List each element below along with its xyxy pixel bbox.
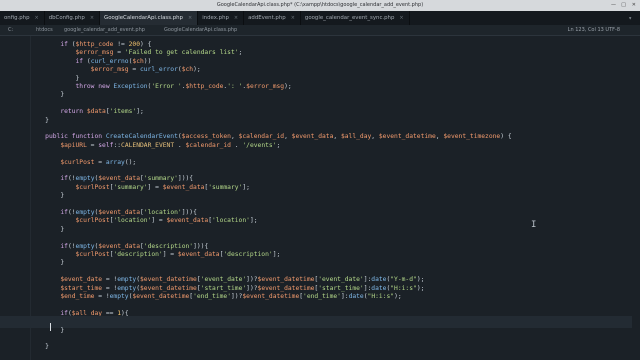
text-caret [50, 323, 51, 331]
code-line[interactable]: } [0, 341, 640, 353]
close-tab-icon[interactable]: × [90, 15, 94, 21]
tab-index[interactable]: index.php × [198, 11, 245, 25]
tab-overflow-icon[interactable]: ▾ [620, 11, 640, 25]
tab-label: index.php [202, 15, 229, 21]
close-tab-icon[interactable]: × [399, 15, 403, 21]
tab-event-sync[interactable]: google_calendar_event_sync.php × [301, 11, 410, 25]
tab-googlecalendarapi[interactable]: GoogleCalendarApi.class.php × [100, 11, 199, 25]
breadcrumb-item[interactable]: GoogleCalendarApi.class.php [164, 25, 237, 35]
maximize-icon[interactable]: □ [621, 0, 626, 11]
tab-label: google_calendar_event_sync.php [304, 15, 395, 21]
tab-label: dbConfig.php [48, 15, 85, 21]
status-info: Ln 123, Col 13 UTF-8 [567, 27, 620, 33]
breadcrumb: C: htdocs google_calendar_add_event.php … [0, 25, 640, 36]
tab-label: onfig.php [4, 15, 30, 21]
tab-dbconfig[interactable]: dbConfig.php × [45, 11, 101, 25]
close-tab-icon[interactable]: × [291, 15, 295, 21]
code-token: } [45, 343, 49, 351]
close-tab-icon[interactable]: × [188, 15, 192, 21]
tab-addevent[interactable]: addEvent.php × [244, 11, 301, 25]
tab-label: GoogleCalendarApi.class.php [104, 15, 183, 21]
close-window-icon[interactable]: ✕ [632, 0, 636, 11]
close-tab-icon[interactable]: × [234, 15, 238, 21]
mouse-cursor-icon: I [531, 220, 537, 230]
breadcrumb-item[interactable]: google_calendar_add_event.php [64, 25, 145, 35]
window-title: GoogleCalendarApi.class.php* (C:\xampp\h… [216, 2, 424, 8]
scrollbar[interactable] [632, 36, 640, 360]
title-bar: GoogleCalendarApi.class.php* (C:\xampp\h… [0, 0, 640, 11]
minimize-icon[interactable]: — [611, 0, 616, 11]
breadcrumb-item[interactable]: htdocs [36, 25, 53, 35]
tab-config[interactable]: onfig.php × [0, 11, 45, 25]
tab-label: addEvent.php [248, 15, 286, 21]
close-tab-icon[interactable]: × [35, 15, 39, 21]
breadcrumb-item[interactable]: C: [8, 25, 13, 35]
editor-window: GoogleCalendarApi.class.php* (C:\xampp\h… [0, 0, 640, 360]
code-editor[interactable]: if ($http_code != 200) { $error_msg = 'F… [0, 39, 640, 359]
tab-bar: onfig.php × dbConfig.php × GoogleCalendarA… [0, 11, 640, 25]
